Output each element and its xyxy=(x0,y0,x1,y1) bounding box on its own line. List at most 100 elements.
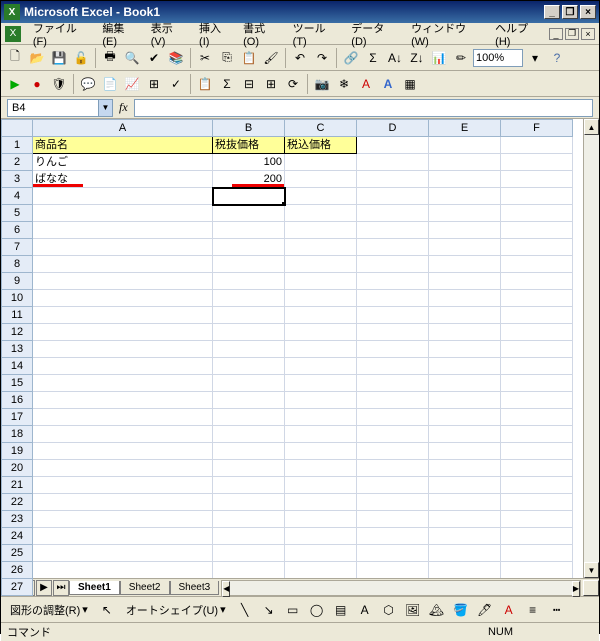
cell-A14[interactable] xyxy=(33,358,213,375)
cell-A16[interactable] xyxy=(33,392,213,409)
line-color-icon[interactable]: 🖊 xyxy=(475,600,495,620)
cell-C24[interactable] xyxy=(285,528,357,545)
wordart-insert-icon[interactable]: A xyxy=(355,600,375,620)
cell-B2[interactable]: 100 xyxy=(213,154,285,171)
doc-minimize-button[interactable]: _ xyxy=(549,28,563,40)
permissions-icon[interactable]: 🔓 xyxy=(71,48,91,68)
row-header-21[interactable]: 21 xyxy=(1,477,33,494)
row-header-16[interactable]: 16 xyxy=(1,392,33,409)
row-header-14[interactable]: 14 xyxy=(1,358,33,375)
row-header-2[interactable]: 2 xyxy=(1,154,33,171)
cell-D13[interactable] xyxy=(357,341,429,358)
ungroup-icon[interactable]: ⊞ xyxy=(261,74,281,94)
cell-B6[interactable] xyxy=(213,222,285,239)
cell-E15[interactable] xyxy=(429,375,501,392)
cell-C19[interactable] xyxy=(285,443,357,460)
autosum-icon[interactable]: Σ xyxy=(363,48,383,68)
cell-B26[interactable] xyxy=(213,562,285,578)
cell-A8[interactable] xyxy=(33,256,213,273)
oval-icon[interactable]: ◯ xyxy=(307,600,327,620)
cell-E17[interactable] xyxy=(429,409,501,426)
cell-C11[interactable] xyxy=(285,307,357,324)
cell-E14[interactable] xyxy=(429,358,501,375)
cell-C13[interactable] xyxy=(285,341,357,358)
cell-B21[interactable] xyxy=(213,477,285,494)
name-box-dropdown-icon[interactable]: ▼ xyxy=(99,99,113,117)
cell-A26[interactable] xyxy=(33,562,213,578)
sheet-tab-1[interactable]: Sheet1 xyxy=(69,581,120,595)
row-header-18[interactable]: 18 xyxy=(1,426,33,443)
wordart-icon[interactable]: A xyxy=(378,74,398,94)
help-icon[interactable]: ? xyxy=(547,48,567,68)
cell-B19[interactable] xyxy=(213,443,285,460)
workbook-icon[interactable]: X xyxy=(5,26,21,42)
col-header-D[interactable]: D xyxy=(357,119,429,137)
refresh-icon[interactable]: ⟳ xyxy=(283,74,303,94)
cell-B23[interactable] xyxy=(213,511,285,528)
row-header-3[interactable]: 3 xyxy=(1,171,33,188)
play-icon[interactable]: ▶ xyxy=(5,74,25,94)
scroll-track[interactable] xyxy=(584,135,599,562)
row-header-12[interactable]: 12 xyxy=(1,324,33,341)
cell-E11[interactable] xyxy=(429,307,501,324)
row-header-13[interactable]: 13 xyxy=(1,341,33,358)
comment-icon[interactable]: 💬 xyxy=(78,74,98,94)
cell-D24[interactable] xyxy=(357,528,429,545)
cell-D17[interactable] xyxy=(357,409,429,426)
cell-B20[interactable] xyxy=(213,460,285,477)
cell-E12[interactable] xyxy=(429,324,501,341)
cell-D23[interactable] xyxy=(357,511,429,528)
close-button[interactable]: × xyxy=(580,5,596,19)
cell-F24[interactable] xyxy=(501,528,573,545)
spellcheck-icon[interactable]: ✔ xyxy=(144,48,164,68)
cell-B16[interactable] xyxy=(213,392,285,409)
menu-data[interactable]: データ(D) xyxy=(345,18,405,50)
cell-B25[interactable] xyxy=(213,545,285,562)
row-header-4[interactable]: 4 xyxy=(1,188,33,205)
cell-F18[interactable] xyxy=(501,426,573,443)
undo-icon[interactable]: ↶ xyxy=(290,48,310,68)
cell-E8[interactable] xyxy=(429,256,501,273)
font-color-icon[interactable]: A xyxy=(499,600,519,620)
line-style-icon[interactable]: ≡ xyxy=(523,600,543,620)
row-header-11[interactable]: 11 xyxy=(1,307,33,324)
cell-C1[interactable]: 税込価格 xyxy=(285,137,357,154)
cell-B3[interactable]: 200 xyxy=(213,171,285,188)
cell-F20[interactable] xyxy=(501,460,573,477)
cell-D8[interactable] xyxy=(357,256,429,273)
cell-F21[interactable] xyxy=(501,477,573,494)
picture-icon[interactable]: 🏔 xyxy=(427,600,447,620)
cell-A1[interactable]: 商品名 xyxy=(33,137,213,154)
row-header-15[interactable]: 15 xyxy=(1,375,33,392)
cell-E18[interactable] xyxy=(429,426,501,443)
cell-E23[interactable] xyxy=(429,511,501,528)
cell-B7[interactable] xyxy=(213,239,285,256)
cell-C8[interactable] xyxy=(285,256,357,273)
cell-C14[interactable] xyxy=(285,358,357,375)
drawing-menu[interactable]: 図形の調整(R)▾ xyxy=(5,599,93,621)
cell-F4[interactable] xyxy=(501,188,573,205)
cell-F22[interactable] xyxy=(501,494,573,511)
zoom-dropdown-icon[interactable]: ▾ xyxy=(525,48,545,68)
col-header-F[interactable]: F xyxy=(501,119,573,137)
cell-B8[interactable] xyxy=(213,256,285,273)
row-header-10[interactable]: 10 xyxy=(1,290,33,307)
scroll-down-icon[interactable]: ▼ xyxy=(584,562,599,578)
cell-E25[interactable] xyxy=(429,545,501,562)
cell-C16[interactable] xyxy=(285,392,357,409)
row-header-25[interactable]: 25 xyxy=(1,545,33,562)
restore-button[interactable]: ❐ xyxy=(562,5,578,19)
cell-D18[interactable] xyxy=(357,426,429,443)
cell-C22[interactable] xyxy=(285,494,357,511)
validate-icon[interactable]: ✓ xyxy=(166,74,186,94)
cell-F7[interactable] xyxy=(501,239,573,256)
cell-E19[interactable] xyxy=(429,443,501,460)
row-header-1[interactable]: 1 xyxy=(1,137,33,154)
cell-A2[interactable]: りんご xyxy=(33,154,213,171)
cell-B12[interactable] xyxy=(213,324,285,341)
cell-F12[interactable] xyxy=(501,324,573,341)
row-header-20[interactable]: 20 xyxy=(1,460,33,477)
cell-A22[interactable] xyxy=(33,494,213,511)
group-icon[interactable]: ⊟ xyxy=(239,74,259,94)
cell-F25[interactable] xyxy=(501,545,573,562)
